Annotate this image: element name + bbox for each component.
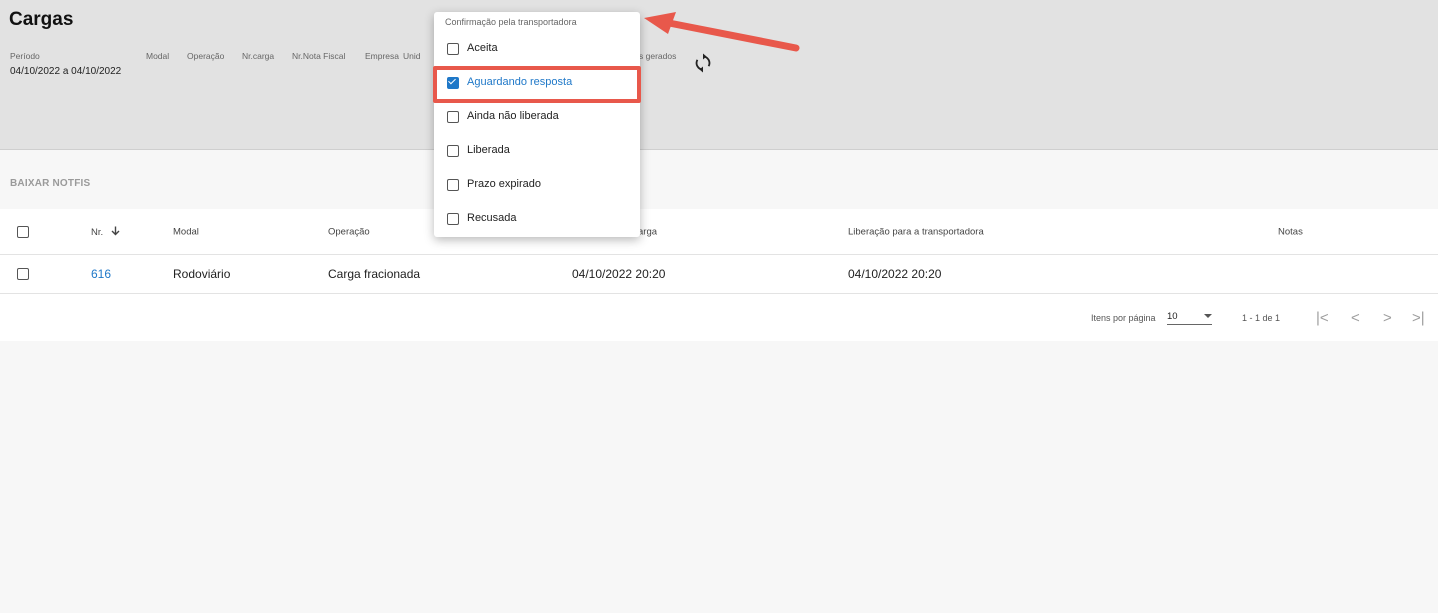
row-modal: Rodoviário — [173, 267, 231, 281]
page-size-value: 10 — [1167, 310, 1178, 322]
column-header-nr[interactable]: Nr. — [91, 226, 120, 238]
row-data-carga: 04/10/2022 20:20 — [572, 267, 666, 281]
option-label: Recusada — [467, 212, 517, 224]
option-checkbox[interactable] — [447, 179, 459, 191]
row-operacao: Carga fracionada — [328, 267, 421, 281]
column-header-operacao[interactable]: Operação — [328, 226, 370, 237]
refresh-icon[interactable] — [693, 53, 713, 73]
download-notfis-button[interactable]: BAIXAR NOTFIS — [10, 178, 90, 189]
row-liberacao: 04/10/2022 20:20 — [848, 267, 942, 281]
column-header-data-carga[interactable]: arga — [638, 226, 657, 237]
previous-page-icon[interactable]: < — [1351, 309, 1360, 326]
option-label: Aceita — [467, 42, 498, 54]
column-header-liberacao[interactable]: Liberação para a transportadora — [848, 226, 984, 237]
filter-periodo-label[interactable]: Período — [10, 51, 40, 61]
filter-periodo-value[interactable]: 04/10/2022 a 04/10/2022 — [10, 66, 121, 77]
toolbar — [0, 150, 1438, 209]
option-checkbox-checked[interactable] — [447, 76, 459, 89]
filter-operacao[interactable]: Operação — [187, 51, 224, 61]
option-label: Liberada — [467, 144, 510, 156]
page-size-select[interactable]: 10 — [1167, 311, 1212, 325]
caret-down-icon — [1204, 313, 1212, 318]
option-aguardando-resposta[interactable]: Aguardando resposta — [434, 67, 640, 99]
option-ainda-nao-liberada[interactable]: Ainda não liberada — [434, 101, 640, 133]
column-header-notas[interactable]: Notas — [1278, 226, 1303, 237]
option-checkbox[interactable] — [447, 213, 459, 225]
last-page-icon[interactable]: >| — [1412, 309, 1425, 326]
range-label: 1 - 1 de 1 — [1242, 312, 1281, 323]
filter-empresa[interactable]: Empresa — [365, 51, 399, 61]
page-title: Cargas — [9, 9, 74, 30]
option-recusada[interactable]: Recusada — [434, 203, 640, 235]
option-checkbox[interactable] — [447, 145, 459, 157]
items-per-page-label: Itens por página — [1091, 312, 1156, 323]
first-page-icon[interactable]: |< — [1316, 309, 1329, 326]
option-label: Ainda não liberada — [467, 110, 559, 122]
cargas-table: Nr. Modal Operação arga Liberação para a… — [0, 209, 1438, 341]
arrow-down-icon — [111, 226, 120, 235]
filter-nr-nota-fiscal[interactable]: Nr.Nota Fiscal — [292, 51, 345, 61]
option-aceita[interactable]: Aceita — [434, 33, 640, 65]
row-checkbox[interactable] — [17, 268, 29, 280]
paginator: Itens por página 10 1 - 1 de 1 |< < > >| — [0, 294, 1438, 341]
option-checkbox[interactable] — [447, 111, 459, 123]
row-nr-link[interactable]: 616 — [91, 267, 111, 281]
annotation-arrow-icon — [644, 12, 800, 52]
filter-modal[interactable]: Modal — [146, 51, 169, 61]
option-prazo-expirado[interactable]: Prazo expirado — [434, 169, 640, 201]
option-label: Prazo expirado — [467, 178, 541, 190]
table-header-row: Nr. Modal Operação arga Liberação para a… — [0, 209, 1438, 255]
column-header-nr-label: Nr. — [91, 226, 104, 238]
next-page-icon[interactable]: > — [1383, 309, 1392, 326]
select-all-checkbox[interactable] — [17, 225, 29, 238]
option-label: Aguardando resposta — [467, 76, 573, 88]
filter-nr-carga[interactable]: Nr.carga — [242, 51, 274, 61]
filter-unidade[interactable]: Unid — [403, 51, 420, 61]
dropdown-title: Confirmação pela transportadora — [445, 17, 577, 27]
table-row[interactable]: 616 Rodoviário Carga fracionada 04/10/20… — [0, 255, 1438, 294]
column-header-modal[interactable]: Modal — [173, 226, 199, 237]
confirmacao-dropdown: Confirmação pela transportadora Aceita A… — [434, 12, 640, 237]
check-icon — [448, 76, 456, 85]
option-liberada[interactable]: Liberada — [434, 135, 640, 167]
option-checkbox[interactable] — [447, 43, 459, 55]
